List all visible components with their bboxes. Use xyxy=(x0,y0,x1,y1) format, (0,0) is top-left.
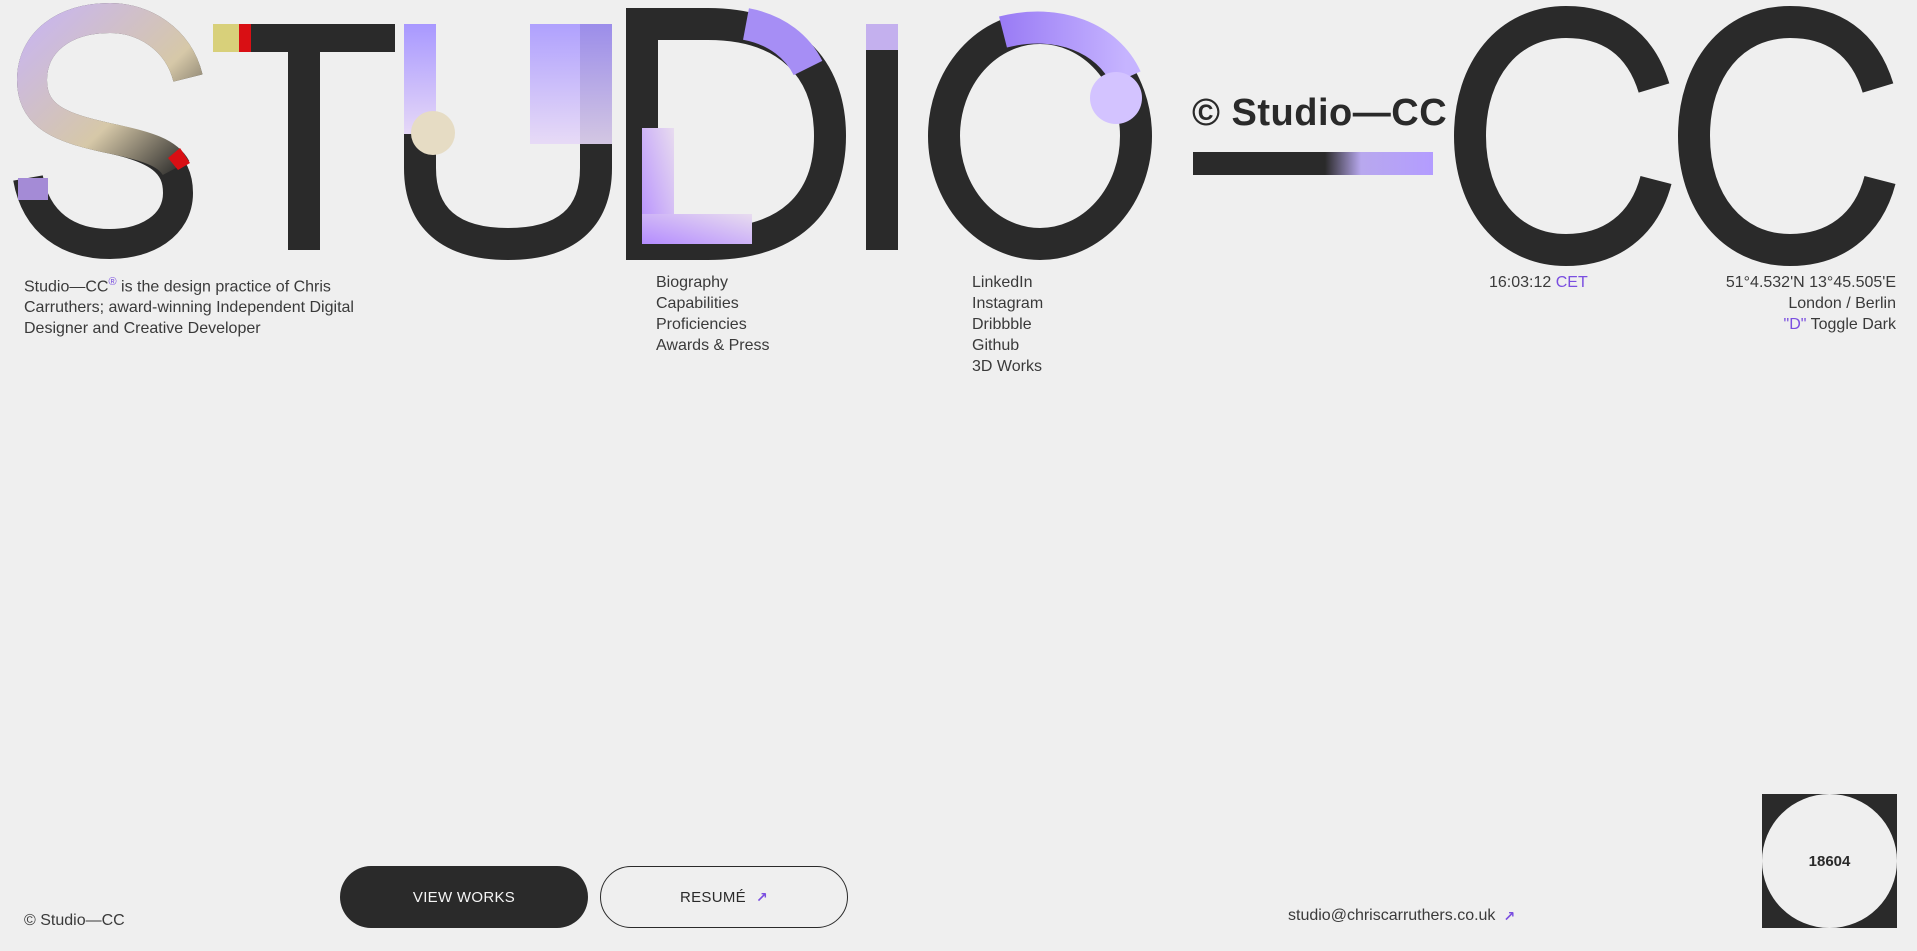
nav-proficiencies[interactable]: Proficiencies xyxy=(656,314,770,335)
social-dribbble[interactable]: Dribbble xyxy=(972,314,1043,335)
social-github[interactable]: Github xyxy=(972,335,1043,356)
clock: 16:03:12 CET xyxy=(1489,272,1588,293)
studio-wordmark xyxy=(13,2,1898,267)
social-linkedin[interactable]: LinkedIn xyxy=(972,272,1043,293)
intro-paragraph: Studio—CC® is the design practice of Chr… xyxy=(24,272,364,339)
intro-brand: Studio—CC xyxy=(24,278,109,296)
clock-zone: CET xyxy=(1555,274,1588,291)
dark-mode-toggle[interactable]: "D" Toggle Dark xyxy=(1726,314,1896,335)
resume-label: RESUMÉ xyxy=(679,888,746,906)
nav-biography[interactable]: Biography xyxy=(656,272,770,293)
middle-dash-bar xyxy=(1193,152,1433,175)
letter-c-2 xyxy=(1677,5,1896,267)
registered-mark: ® xyxy=(108,276,117,288)
arrow-up-right-icon: ↗ xyxy=(1503,907,1516,924)
page: © Studio—CC Studio—CC® is the design pra… xyxy=(0,0,1917,951)
main-nav: Biography Capabilities Proficiencies Awa… xyxy=(656,272,770,356)
letter-u xyxy=(404,24,612,261)
social-instagram[interactable]: Instagram xyxy=(972,293,1043,314)
counter-value: 18604 xyxy=(1808,852,1851,870)
clock-time: 16:03:12 xyxy=(1489,274,1552,291)
footer-copyright: © Studio—CC xyxy=(24,912,125,929)
coordinates: 51°4.532'N 13°45.505'E xyxy=(1725,274,1896,291)
email-link[interactable]: studio@chriscarruthers.co.uk ↗ xyxy=(1288,907,1515,925)
letter-c-1 xyxy=(1453,5,1672,267)
social-nav: LinkedIn Instagram Dribbble Github 3D Wo… xyxy=(972,272,1043,377)
letter-t xyxy=(213,24,395,250)
location-block: 51°4.532'N 13°45.505'E London / Berlin "… xyxy=(1726,272,1896,335)
resume-button[interactable]: RESUMÉ ↗ xyxy=(600,866,848,928)
letter-d xyxy=(626,7,847,260)
social-3d-works[interactable]: 3D Works xyxy=(972,356,1043,377)
view-works-label: VIEW WORKS xyxy=(412,888,516,906)
letter-s xyxy=(13,2,203,260)
letter-o xyxy=(928,11,1152,260)
visitor-counter: 18604 xyxy=(1762,794,1897,928)
counter-disc: 18604 xyxy=(1762,794,1897,928)
arrow-up-right-icon: ↗ xyxy=(755,888,768,905)
middle-brand-label: © Studio—CC xyxy=(1192,92,1448,134)
cities: London / Berlin xyxy=(1788,295,1896,312)
email-text: studio@chriscarruthers.co.uk xyxy=(1288,907,1496,924)
view-works-button[interactable]: VIEW WORKS xyxy=(340,866,588,928)
letter-i xyxy=(866,24,898,250)
nav-awards-press[interactable]: Awards & Press xyxy=(656,335,770,356)
nav-capabilities[interactable]: Capabilities xyxy=(656,293,770,314)
toggle-label: Toggle Dark xyxy=(1806,316,1896,333)
toggle-key: "D" xyxy=(1783,316,1807,333)
